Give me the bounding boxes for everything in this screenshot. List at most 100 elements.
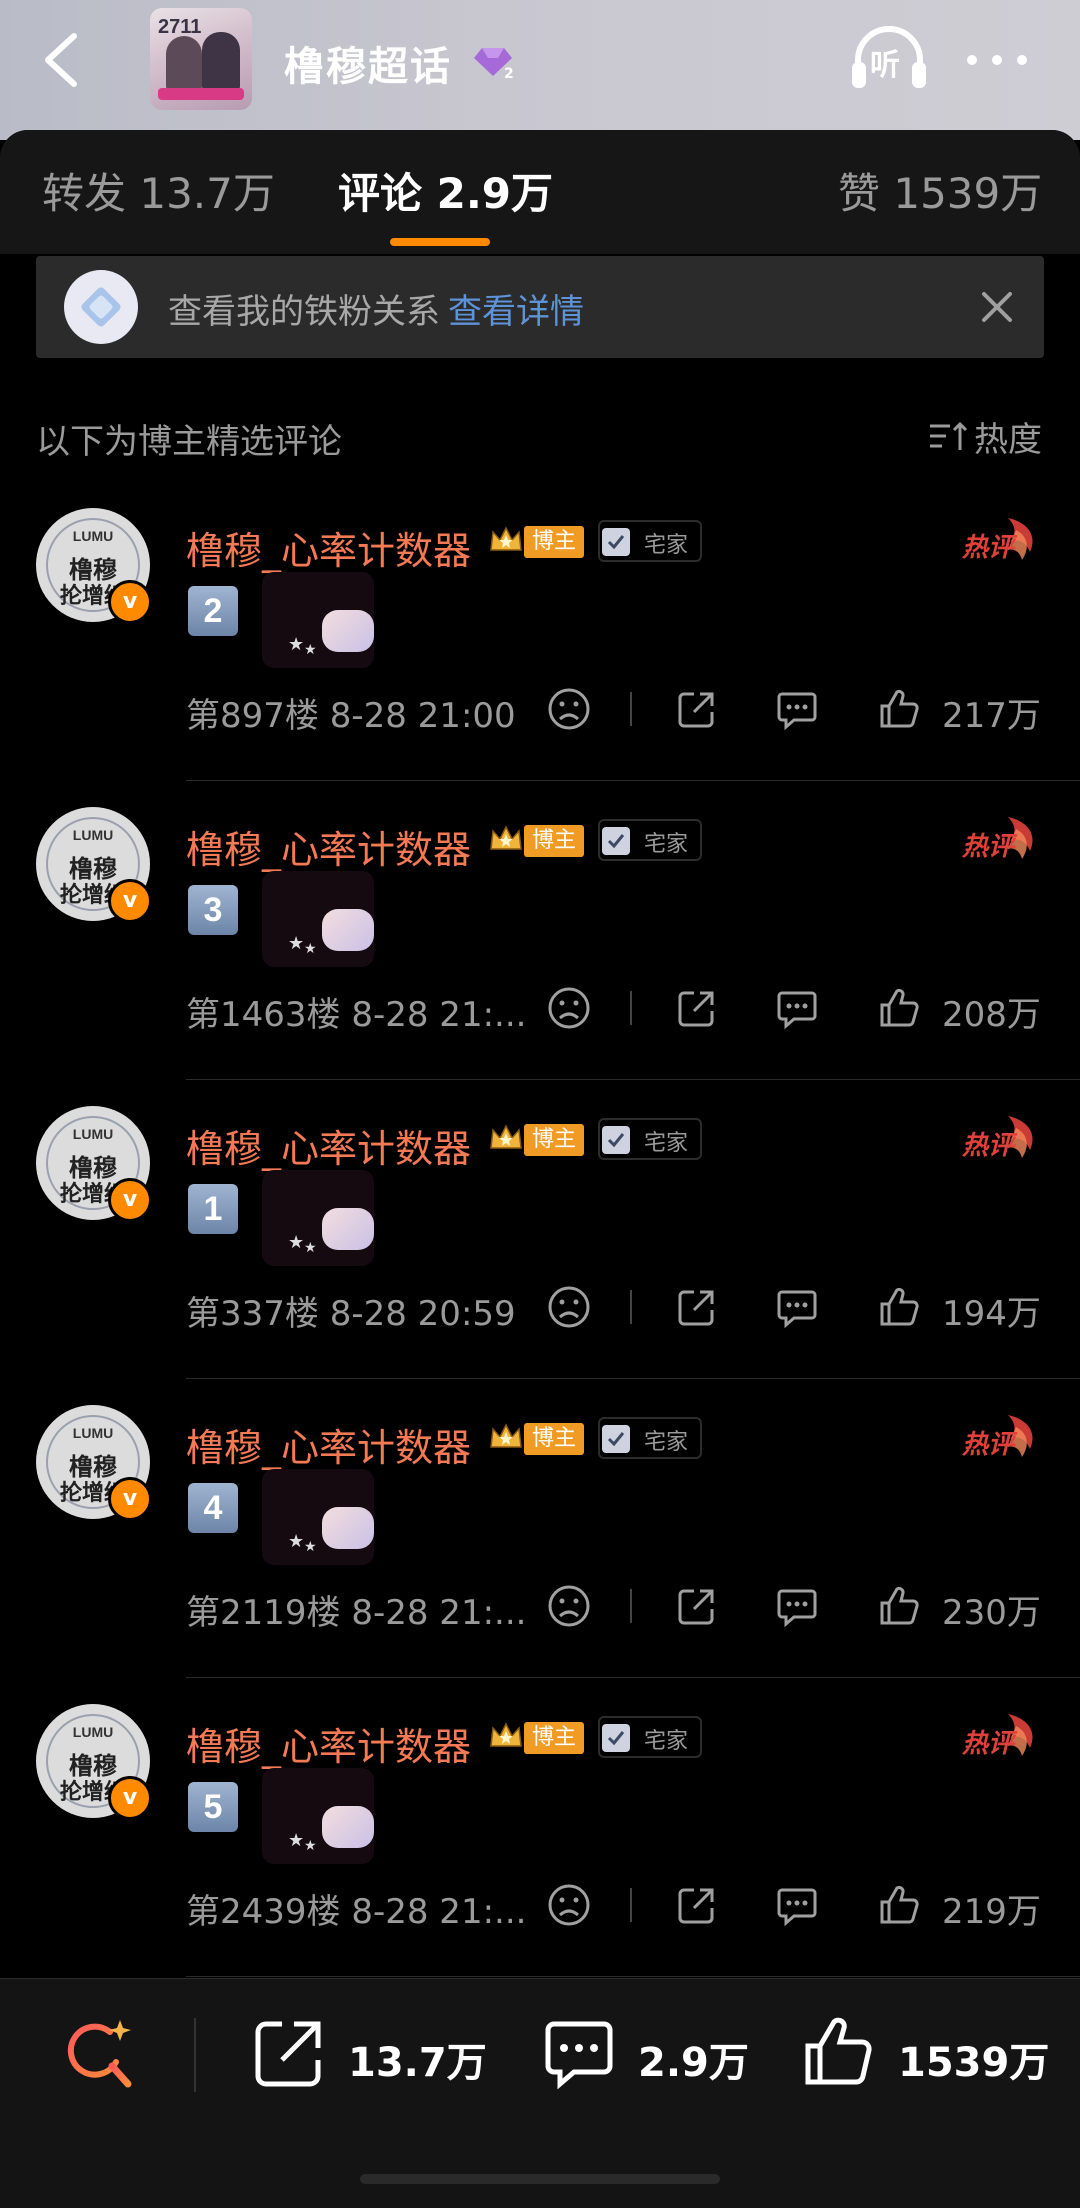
comment-count[interactable]: 2.9万 <box>638 2030 749 2088</box>
header: 2711 橹穆超话 2 听 <box>0 0 1080 140</box>
avatar[interactable]: LUMU 橹穆 抡增织 v <box>36 508 152 624</box>
comment-icon[interactable] <box>540 2014 618 2092</box>
username[interactable]: 橹穆_心率计数器 <box>186 819 471 874</box>
hot-comment-badge-icon: 热评 <box>961 1415 1033 1460</box>
verified-badge-icon: v <box>108 1178 152 1222</box>
comment-item[interactable]: LUMU 橹穆 抡增织 v 橹穆_心率计数器 博主 宅家 热评 5 ★ ★ 第2… <box>0 1694 1080 1994</box>
host-tag: 博主 <box>524 1722 585 1754</box>
floor-and-time: 第2119楼 8-28 21:... <box>186 1593 527 1633</box>
crown-icon <box>490 1722 522 1747</box>
like-icon[interactable] <box>876 985 922 1031</box>
tab-repost[interactable]: 转发 13.7万 <box>42 160 275 221</box>
share-icon[interactable] <box>674 1284 720 1330</box>
sticker-image[interactable]: ★ ★ <box>262 572 392 672</box>
verified-badge-icon: v <box>108 879 152 923</box>
star-icon: ★ <box>304 1838 317 1854</box>
number-emoji: 2 <box>188 586 238 636</box>
star-icon: ★ <box>288 933 305 954</box>
number-emoji: 3 <box>188 885 238 935</box>
avatar-lumu-text: LUMU <box>72 1126 114 1142</box>
check-icon <box>602 528 630 556</box>
sort-icon <box>930 421 968 450</box>
hot-label: 热评 <box>961 1131 1018 1161</box>
share-icon[interactable] <box>674 1583 720 1629</box>
sort-by-hotness-button[interactable]: 热度 <box>928 412 1042 461</box>
close-icon[interactable] <box>972 282 1022 332</box>
star-icon: ★ <box>304 642 317 658</box>
comment-item[interactable]: LUMU 橹穆 抡增织 v 橹穆_心率计数器 博主 宅家 热评 4 ★ ★ 第2… <box>0 1395 1080 1695</box>
like-icon[interactable] <box>876 1284 922 1330</box>
star-icon: ★ <box>304 1539 317 1555</box>
bottom-action-bar: 13.7万 2.9万 1539万 <box>0 1978 1080 2208</box>
search-icon[interactable] <box>60 2014 140 2094</box>
like-icon[interactable] <box>876 686 922 732</box>
sad-face-icon[interactable] <box>546 686 592 732</box>
sad-face-icon[interactable] <box>546 1882 592 1928</box>
reply-icon[interactable] <box>774 1284 820 1330</box>
repost-count[interactable]: 13.7万 <box>348 2030 487 2088</box>
comment-item[interactable]: LUMU 橹穆 抡增织 v 橹穆_心率计数器 博主 宅家 热评 1 ★ ★ 第3… <box>0 1096 1080 1396</box>
back-arrow-icon[interactable] <box>38 28 88 92</box>
hot-label: 热评 <box>961 533 1018 563</box>
sticker-image[interactable]: ★ ★ <box>262 1469 392 1569</box>
username[interactable]: 橹穆_心率计数器 <box>186 1417 471 1472</box>
sticker-character <box>322 1806 374 1848</box>
sad-face-icon[interactable] <box>546 1284 592 1330</box>
username[interactable]: 橹穆_心率计数器 <box>186 520 471 575</box>
home-tag-label: 宅家 <box>644 832 689 857</box>
reply-icon[interactable] <box>774 686 820 732</box>
comment-item[interactable]: LUMU 橹穆 抡增织 v 橹穆_心率计数器 博主 宅家 热评 2 ★ ★ 第8… <box>0 498 1080 798</box>
row-separator <box>186 1677 1080 1678</box>
share-icon[interactable] <box>674 985 720 1031</box>
active-tab-indicator <box>390 238 490 246</box>
reply-icon[interactable] <box>774 985 820 1031</box>
home-tag: 宅家 <box>598 1118 702 1160</box>
avatar[interactable]: LUMU 橹穆 抡增织 v <box>36 1106 152 1222</box>
check-icon <box>602 1126 630 1154</box>
row-separator <box>186 780 1080 781</box>
like-total-count[interactable]: 1539万 <box>898 2030 1049 2088</box>
sad-face-icon[interactable] <box>546 1583 592 1629</box>
like-icon[interactable] <box>876 1583 922 1629</box>
fan-banner-text: 查看我的铁粉关系 查看详情 <box>168 284 584 333</box>
share-icon[interactable] <box>674 1882 720 1928</box>
sticker-image[interactable]: ★ ★ <box>262 871 392 971</box>
sticker-character <box>322 1208 374 1250</box>
reply-icon[interactable] <box>774 1882 820 1928</box>
listen-button[interactable]: 听 <box>848 24 930 94</box>
cover-figure <box>202 32 240 92</box>
username[interactable]: 橹穆_心率计数器 <box>186 1716 471 1771</box>
comment-item[interactable]: LUMU 橹穆 抡增织 v 橹穆_心率计数器 博主 宅家 热评 3 ★ ★ 第1… <box>0 797 1080 1097</box>
avatar-lumu-text: LUMU <box>72 1724 114 1740</box>
check-icon <box>602 1724 630 1752</box>
avatar[interactable]: LUMU 橹穆 抡增织 v <box>36 1704 152 1820</box>
avatar[interactable]: LUMU 橹穆 抡增织 v <box>36 807 152 923</box>
level-number: 2 <box>504 66 514 80</box>
fan-badge-icon <box>64 270 138 344</box>
cover-figure <box>166 36 202 92</box>
fan-banner-label: 查看我的铁粉关系 <box>168 292 440 332</box>
check-icon <box>602 827 630 855</box>
more-options-icon[interactable] <box>962 40 1032 80</box>
topic-cover-image[interactable]: 2711 <box>150 8 252 110</box>
action-divider <box>630 1290 632 1324</box>
share-icon[interactable] <box>674 686 720 732</box>
tab-likes[interactable]: 赞 1539万 <box>838 160 1042 221</box>
sticker-character <box>322 1507 374 1549</box>
crown-icon <box>490 825 522 850</box>
fan-relationship-banner[interactable]: 查看我的铁粉关系 查看详情 <box>36 256 1044 358</box>
sad-face-icon[interactable] <box>546 985 592 1031</box>
reply-icon[interactable] <box>774 1583 820 1629</box>
page-title[interactable]: 橹穆超话 <box>284 34 452 92</box>
thumbs-up-icon[interactable] <box>800 2014 878 2092</box>
sticker-image[interactable]: ★ ★ <box>262 1170 392 1270</box>
like-count: 217万 <box>942 696 1041 736</box>
tab-comments[interactable]: 评论 2.9万 <box>338 160 553 221</box>
like-icon[interactable] <box>876 1882 922 1928</box>
star-icon: ★ <box>304 941 317 957</box>
repost-icon[interactable] <box>250 2014 328 2092</box>
username[interactable]: 橹穆_心率计数器 <box>186 1118 471 1173</box>
avatar[interactable]: LUMU 橹穆 抡增织 v <box>36 1405 152 1521</box>
sticker-image[interactable]: ★ ★ <box>262 1768 392 1868</box>
view-details-link[interactable]: 查看详情 <box>448 292 584 332</box>
